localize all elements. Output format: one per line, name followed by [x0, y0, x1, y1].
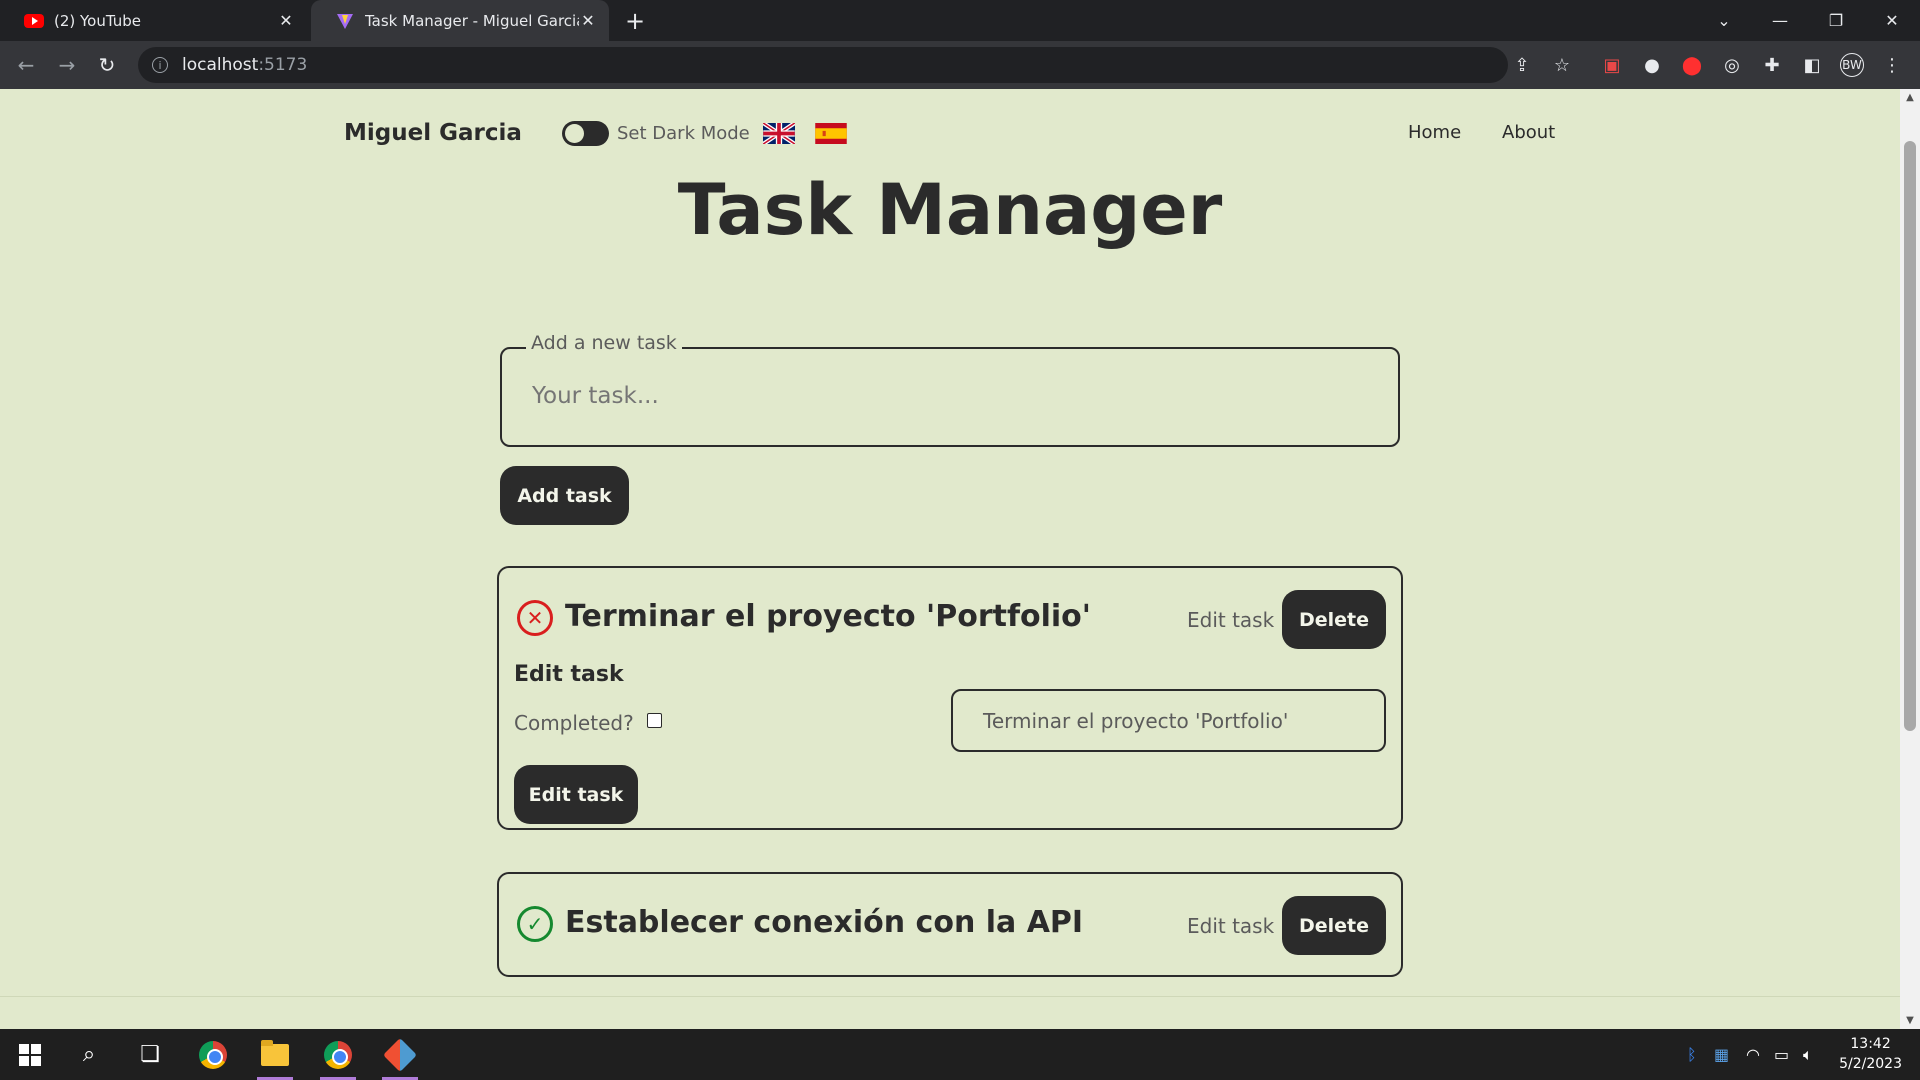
scroll-up-arrow-icon[interactable]: ▲ [1900, 89, 1920, 106]
tab-search-icon[interactable]: ⌄ [1696, 0, 1752, 41]
new-task-input[interactable] [532, 383, 1352, 409]
completed-checkbox[interactable] [647, 713, 662, 728]
clock-date: 5/2/2023 [1839, 1056, 1902, 1072]
divider [0, 996, 1900, 997]
bookmark-star-icon[interactable]: ☆ [1550, 53, 1574, 77]
add-task-legend: Add a new task [526, 332, 682, 354]
extension-icon[interactable]: ▣ [1600, 53, 1624, 77]
extension-icon[interactable]: ● [1640, 53, 1664, 77]
nav-about-link[interactable]: About [1502, 122, 1555, 143]
share-icon[interactable]: ⇪ [1510, 53, 1534, 77]
add-task-button[interactable]: Add task [500, 466, 629, 525]
task-title: Terminar el proyecto 'Portfolio' [565, 599, 1091, 634]
edit-task-submit-button[interactable]: Edit task [514, 765, 638, 824]
chrome-profile-icon[interactable] [312, 1029, 364, 1080]
url-port: :5173 [258, 55, 308, 75]
extension-icon[interactable]: ⬤ [1680, 53, 1704, 77]
edit-task-link[interactable]: Edit task [1187, 608, 1274, 632]
close-icon[interactable]: ✕ [277, 11, 295, 30]
edit-task-link[interactable]: Edit task [1187, 914, 1274, 938]
chrome-icon[interactable] [187, 1029, 239, 1080]
restore-button[interactable]: ❐ [1808, 0, 1864, 41]
browser-toolbar: ← → ↻ i localhost:5173 ⇪ ☆ ▣ ● ⬤ ◎ ✚ ◧ B… [0, 41, 1920, 89]
puzzle-icon[interactable]: ✚ [1760, 53, 1784, 77]
task-title: Establecer conexión con la API [565, 905, 1084, 940]
info-icon[interactable]: i [152, 57, 168, 73]
task-card: ✕ Terminar el proyecto 'Portfolio' Edit … [497, 566, 1403, 830]
url-host: localhost [182, 55, 259, 75]
incomplete-x-icon: ✕ [517, 600, 553, 636]
browser-tabstrip: (2) YouTube ✕ Task Manager - Miguel Garc… [0, 0, 1920, 41]
minimize-button[interactable]: — [1752, 0, 1808, 41]
search-icon[interactable]: ⌕ [63, 1029, 115, 1080]
menu-icon[interactable]: ⋮ [1880, 53, 1904, 77]
reload-icon[interactable]: ↻ [91, 49, 123, 81]
dark-mode-toggle[interactable] [562, 121, 609, 146]
dark-mode-label: Set Dark Mode [617, 123, 750, 144]
wifi-icon[interactable]: ◠ [1746, 1045, 1760, 1064]
page-title: Task Manager [677, 169, 1223, 251]
tab-label: (2) YouTube [54, 11, 142, 30]
side-panel-icon[interactable]: ◧ [1800, 53, 1824, 77]
nav-home-link[interactable]: Home [1408, 122, 1461, 143]
task-card: ✓ Establecer conexión con la API Edit ta… [497, 872, 1403, 977]
spain-flag-icon[interactable] [815, 123, 847, 144]
new-tab-button[interactable]: + [621, 7, 649, 35]
app-tray-icon[interactable]: ▦ [1714, 1045, 1729, 1064]
uk-flag-icon[interactable] [763, 123, 795, 144]
extension-icon[interactable]: ◎ [1720, 53, 1744, 77]
edit-task-heading: Edit task [514, 662, 624, 687]
volume-icon[interactable]: 🔈︎ [1803, 1045, 1813, 1065]
page-viewport: Miguel Garcia Set Dark Mode Home About T… [0, 89, 1900, 1029]
tab-label: Task Manager - Miguel Garcia [365, 11, 579, 30]
scroll-down-arrow-icon[interactable]: ▼ [1900, 1012, 1920, 1029]
youtube-icon [24, 13, 44, 28]
task-view-icon[interactable]: ❏ [124, 1029, 176, 1080]
address-bar[interactable]: i localhost:5173 [138, 47, 1508, 83]
page-scrollbar[interactable]: ▲ ▼ [1900, 89, 1920, 1029]
edit-task-input[interactable]: Terminar el proyecto 'Portfolio' [951, 689, 1386, 752]
add-task-fieldset: Add a new task [500, 332, 1400, 447]
complete-check-icon: ✓ [517, 906, 553, 942]
git-icon[interactable] [374, 1029, 426, 1080]
forward-icon[interactable]: → [51, 49, 83, 81]
delete-button[interactable]: Delete [1282, 590, 1386, 649]
close-window-button[interactable]: ✕ [1864, 0, 1920, 41]
clock-time: 13:42 [1850, 1036, 1891, 1052]
back-icon[interactable]: ← [10, 49, 42, 81]
profile-avatar[interactable]: BW [1840, 53, 1864, 77]
taskbar-clock[interactable]: 13:42 5/2/2023 [1839, 1034, 1902, 1074]
vite-icon [335, 13, 355, 29]
brand-name[interactable]: Miguel Garcia [344, 120, 522, 146]
tab-task-manager[interactable]: Task Manager - Miguel Garcia ✕ [311, 0, 609, 41]
windows-start-icon[interactable] [4, 1029, 56, 1080]
file-explorer-icon[interactable] [249, 1029, 301, 1080]
completed-label: Completed? [514, 711, 634, 735]
taskbar: ⌕ ❏ ᛒ ▦ ◠ ▭ 🔈︎ 13:42 5/2/2023 [0, 1029, 1920, 1080]
scroll-thumb[interactable] [1904, 141, 1916, 731]
close-icon[interactable]: ✕ [579, 11, 597, 30]
window-controls: ⌄ — ❐ ✕ [1696, 0, 1920, 41]
bluetooth-icon[interactable]: ᛒ [1687, 1045, 1697, 1064]
delete-button[interactable]: Delete [1282, 896, 1386, 955]
tab-youtube[interactable]: (2) YouTube ✕ [0, 0, 307, 41]
battery-icon[interactable]: ▭ [1774, 1045, 1789, 1064]
